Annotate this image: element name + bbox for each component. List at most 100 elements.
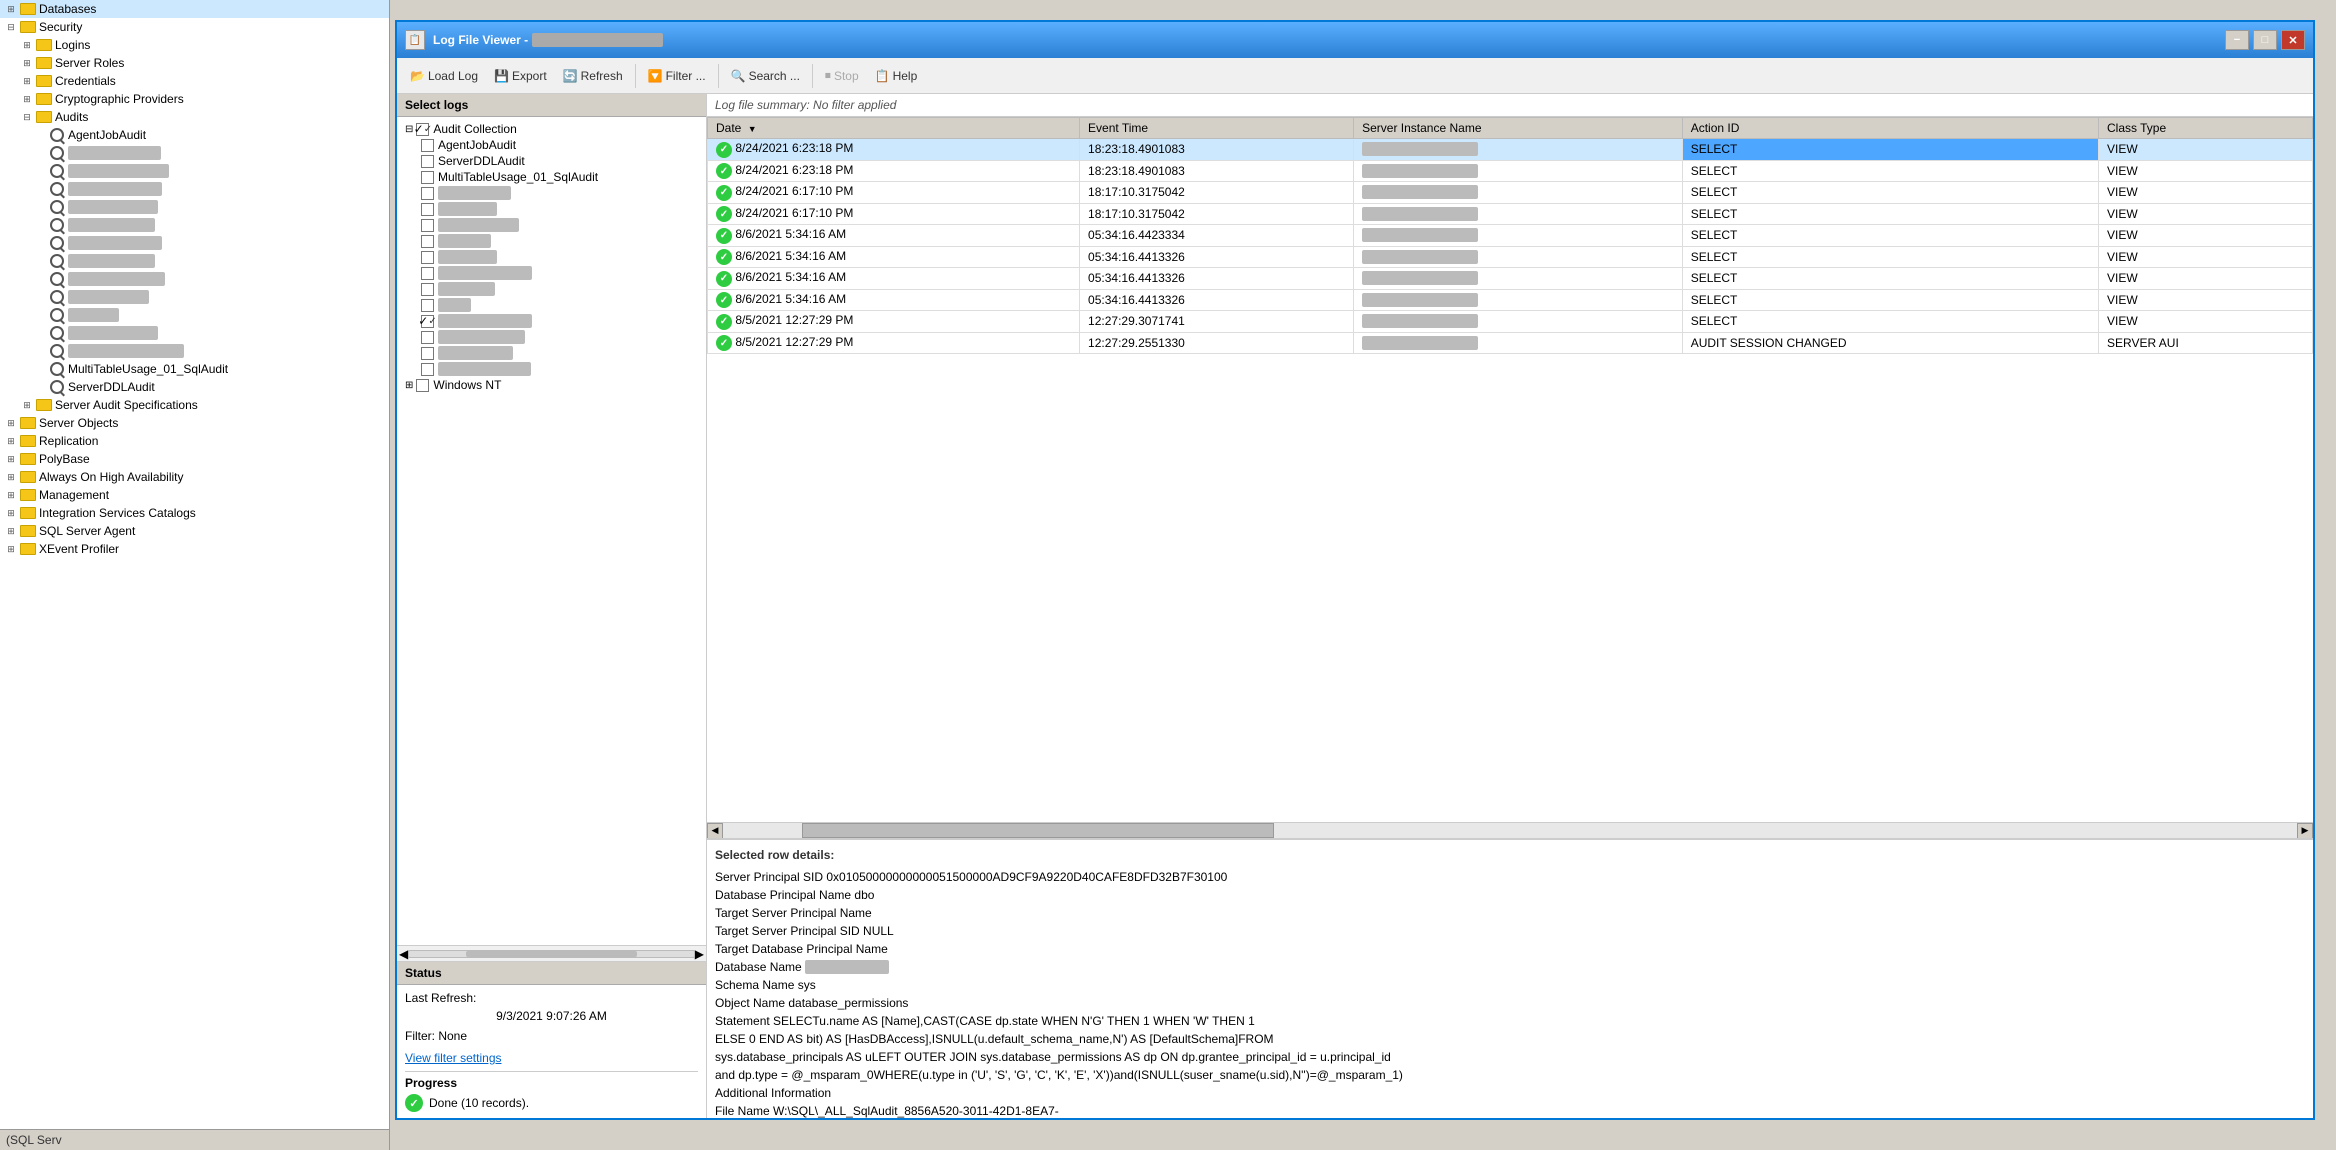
log-item-multitable-audit[interactable]: MultiTableUsage_01_SqlAudit xyxy=(401,169,702,185)
logs-horizontal-scroll[interactable]: ◀ ▶ xyxy=(397,945,706,961)
expand-icon-integration-services[interactable]: ⊞ xyxy=(4,506,18,520)
tree-item-replication[interactable]: ⊞Replication xyxy=(0,432,389,450)
log-item-log-6[interactable]: g_ALL_SqlAudit xyxy=(401,265,702,281)
tree-item-always-on[interactable]: ⊞Always On High Availability xyxy=(0,468,389,486)
log-item-log-l[interactable]: _L_SqlAudit xyxy=(401,185,702,201)
expand-icon-sql-agent[interactable]: ⊞ xyxy=(4,524,18,538)
tree-item-integration-services[interactable]: ⊞Integration Services Catalogs xyxy=(0,504,389,522)
tree-item-audit-2[interactable]: y_ALL_SqlAudit xyxy=(0,144,389,162)
table-row[interactable]: ✓ 8/24/2021 6:17:10 PM18:17:10.3175042xx… xyxy=(708,203,2313,225)
tree-item-sql-agent[interactable]: ⊞SQL Server Agent xyxy=(0,522,389,540)
checkbox-multitable-audit[interactable] xyxy=(421,171,434,184)
view-filter-link[interactable]: View filter settings xyxy=(405,1051,502,1065)
scroll-right-arrow[interactable]: ▶ xyxy=(695,947,704,961)
table-row[interactable]: ✓ 8/24/2021 6:17:10 PM18:17:10.3175042xx… xyxy=(708,182,2313,204)
tree-item-credentials[interactable]: ⊞Credentials xyxy=(0,72,389,90)
table-row[interactable]: ✓ 8/6/2021 5:34:16 AM05:34:16.4413326xxx… xyxy=(708,289,2313,311)
table-row[interactable]: ✓ 8/6/2021 5:34:16 AM05:34:16.4423334xxx… xyxy=(708,225,2313,247)
tree-item-audit-8[interactable]: _ALL_SqlAudit xyxy=(0,252,389,270)
checkbox-log-11[interactable] xyxy=(421,347,434,360)
scroll-left-arrow[interactable]: ◀ xyxy=(399,947,408,961)
table-horizontal-scroll[interactable]: ◀ ▶ xyxy=(707,822,2313,838)
refresh-button[interactable]: 🔄 Refresh xyxy=(556,65,630,87)
scroll-track[interactable] xyxy=(408,950,695,958)
scroll-left[interactable]: ◀ xyxy=(707,823,723,839)
expand-icon-polybase[interactable]: ⊞ xyxy=(4,452,18,466)
checkbox-windows-nt[interactable] xyxy=(416,379,429,392)
expand-btn-windows-nt[interactable]: ⊞ xyxy=(405,380,413,391)
tree-item-audit-serverddl[interactable]: ServerDDLAudit xyxy=(0,378,389,396)
checkbox-log-2[interactable] xyxy=(421,203,434,216)
checkbox-log-4[interactable] xyxy=(421,235,434,248)
checkbox-log-5[interactable] xyxy=(421,251,434,264)
maximize-button[interactable]: □ xyxy=(2253,30,2277,50)
col-date[interactable]: Date ▼ xyxy=(708,118,1080,139)
expand-icon-xevent-profiler[interactable]: ⊞ xyxy=(4,542,18,556)
checkbox-agentjob-audit[interactable] xyxy=(421,139,434,152)
log-item-log-10[interactable]: _ALL_SqlAudit xyxy=(401,329,702,345)
stop-button[interactable]: ⏹ Stop xyxy=(818,64,866,87)
log-item-windows-nt[interactable]: ⊞Windows NT xyxy=(401,377,702,393)
log-item-log-5[interactable]: _SqlAudit xyxy=(401,249,702,265)
minimize-button[interactable]: − xyxy=(2225,30,2249,50)
tree-item-audit-4[interactable]: g_ALL_SqlAudit xyxy=(0,180,389,198)
search-button[interactable]: 🔍 Search ... xyxy=(724,65,807,87)
expand-icon-server-roles[interactable]: ⊞ xyxy=(20,56,34,70)
help-button[interactable]: 📋 Help xyxy=(868,65,925,87)
tree-item-polybase[interactable]: ⊞PolyBase xyxy=(0,450,389,468)
filter-button[interactable]: 🔽 Filter ... xyxy=(641,65,713,87)
tree-item-audit-12[interactable]: l_ALL_SqlAudit xyxy=(0,324,389,342)
log-item-log-8[interactable]: :ALL xyxy=(401,297,702,313)
table-row[interactable]: ✓ 8/24/2021 6:23:18 PM18:23:18.4901083xx… xyxy=(708,160,2313,182)
checkbox-log-10[interactable] xyxy=(421,331,434,344)
tree-item-xevent-profiler[interactable]: ⊞XEvent Profiler xyxy=(0,540,389,558)
expand-icon-always-on[interactable]: ⊞ xyxy=(4,470,18,484)
tree-item-server-objects[interactable]: ⊞Server Objects xyxy=(0,414,389,432)
tree-item-audit-se-bi[interactable]: se_bi_ALL_SqlAudit xyxy=(0,342,389,360)
log-item-log-3[interactable]: ALL_SqlAudit xyxy=(401,217,702,233)
expand-icon-logins[interactable]: ⊞ xyxy=(20,38,34,52)
log-item-log-2[interactable]: _SqlAudit xyxy=(401,201,702,217)
table-row[interactable]: ✓ 8/5/2021 12:27:29 PM12:27:29.3071741xx… xyxy=(708,311,2313,333)
tree-item-crypto-providers[interactable]: ⊞Cryptographic Providers xyxy=(0,90,389,108)
tree-item-audit-9[interactable]: al_ALL_SqlAudit xyxy=(0,270,389,288)
log-item-agentjob-audit[interactable]: AgentJobAudit xyxy=(401,137,702,153)
checkbox-log-3[interactable] xyxy=(421,219,434,232)
table-row[interactable]: ✓ 8/5/2021 12:27:29 PM12:27:29.2551330xx… xyxy=(708,332,2313,354)
logs-tree[interactable]: ⊟✓Audit CollectionAgentJobAuditServerDDL… xyxy=(397,117,706,945)
scroll-track[interactable] xyxy=(723,823,2297,838)
tree-item-server-audit-specs[interactable]: ⊞Server Audit Specifications xyxy=(0,396,389,414)
tree-item-audit-multitable[interactable]: MultiTableUsage_01_SqlAudit xyxy=(0,360,389,378)
col-class-type[interactable]: Class Type xyxy=(2099,118,2313,139)
tree-item-audits[interactable]: ⊟Audits xyxy=(0,108,389,126)
scroll-thumb[interactable] xyxy=(802,823,1274,838)
checkbox-audit-collection[interactable]: ✓ xyxy=(416,123,429,136)
col-server-instance[interactable]: Server Instance Name xyxy=(1354,118,1683,139)
tree-item-audit-10[interactable]: ALL_SqlAudit xyxy=(0,288,389,306)
checkbox-log-12[interactable] xyxy=(421,363,434,376)
tree-item-management[interactable]: ⊞Management xyxy=(0,486,389,504)
scroll-right[interactable]: ▶ xyxy=(2297,823,2313,839)
expand-icon-audits[interactable]: ⊟ xyxy=(20,110,34,124)
col-action-id[interactable]: Action ID xyxy=(1682,118,2098,139)
scroll-thumb[interactable] xyxy=(466,951,637,957)
checkbox-log-8[interactable] xyxy=(421,299,434,312)
tree-item-audit-5[interactable]: l_ALL_SqlAudit xyxy=(0,198,389,216)
checkbox-log-9[interactable]: ✓ xyxy=(421,315,434,328)
expand-icon-credentials[interactable]: ⊞ xyxy=(20,74,34,88)
load-log-button[interactable]: 📂 Load Log xyxy=(403,65,485,87)
expand-icon-server-objects[interactable]: ⊞ xyxy=(4,416,18,430)
table-row[interactable]: ✓ 8/6/2021 5:34:16 AM05:34:16.4413326xxx… xyxy=(708,268,2313,290)
expand-icon-databases[interactable]: ⊞ xyxy=(4,2,18,16)
table-row[interactable]: ✓ 8/6/2021 5:34:16 AM05:34:16.4413326xxx… xyxy=(708,246,2313,268)
expand-icon-management[interactable]: ⊞ xyxy=(4,488,18,502)
tree-item-audit-agentjob[interactable]: AgentJobAudit xyxy=(0,126,389,144)
tree-item-server-roles[interactable]: ⊞Server Roles xyxy=(0,54,389,72)
tree-item-security[interactable]: ⊟Security xyxy=(0,18,389,36)
expand-icon-security[interactable]: ⊟ xyxy=(4,20,18,34)
tree-item-audit-6[interactable]: _ALL_SqlAudit xyxy=(0,216,389,234)
checkbox-log-6[interactable] xyxy=(421,267,434,280)
data-table-container[interactable]: Date ▼ Event Time Server Instance Name A… xyxy=(707,117,2313,822)
close-button[interactable]: ✕ xyxy=(2281,30,2305,50)
log-item-log-11[interactable]: _ALL_SqlAu xyxy=(401,345,702,361)
